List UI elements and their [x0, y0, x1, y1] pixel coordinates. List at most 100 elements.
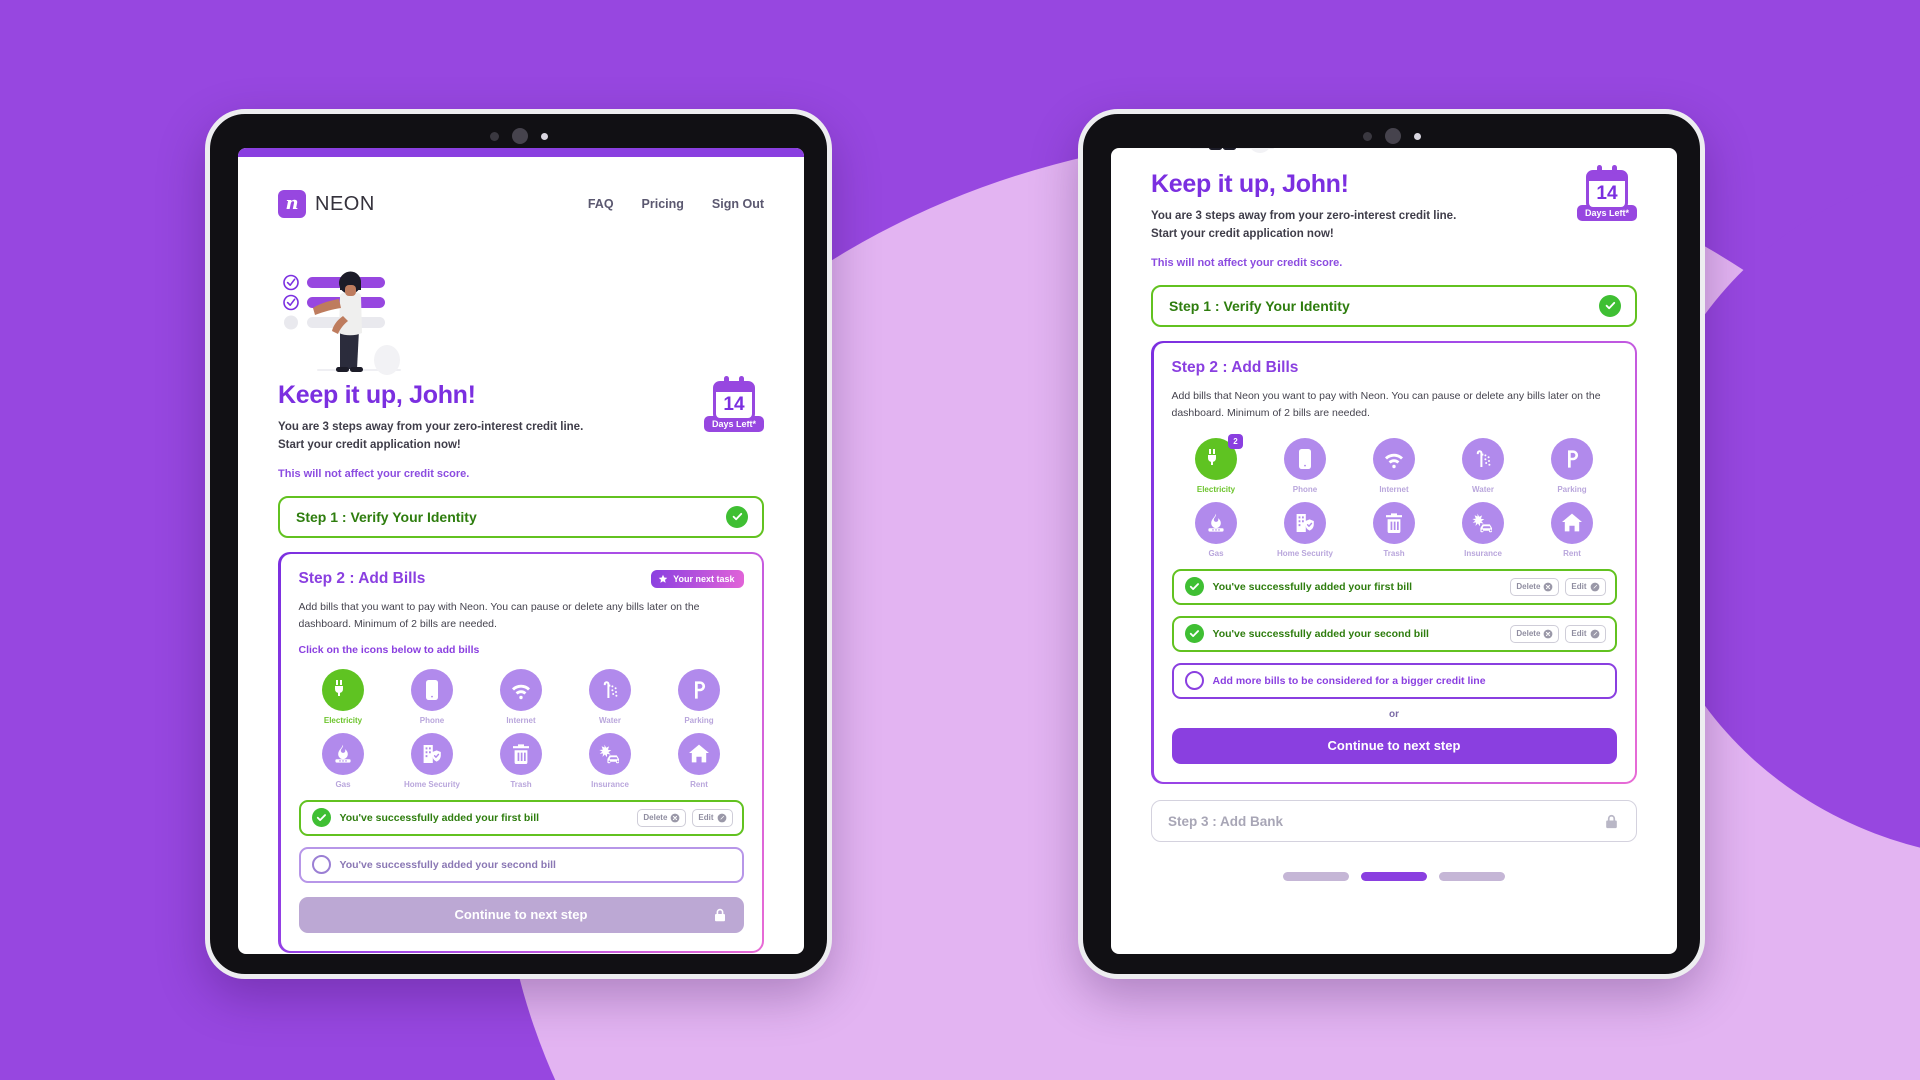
bill-option-phone[interactable]: Phone — [1261, 437, 1350, 494]
delete-label: Delete — [643, 813, 668, 823]
bill-option-internet[interactable]: Internet — [1350, 437, 1439, 494]
edit-bill-button[interactable]: Edit — [1565, 624, 1606, 643]
or-separator: or — [1389, 708, 1399, 720]
screen-right: Keep it up, John! You are 3 steps away f… — [1111, 148, 1677, 954]
edit-label: Edit — [698, 813, 714, 823]
credit-score-note: This will not affect your credit score. — [1151, 256, 1343, 269]
edit-bill-button[interactable]: Edit — [692, 808, 733, 827]
parking-icon — [678, 668, 720, 711]
bill-option-label: Electricity — [1196, 484, 1236, 494]
page-title: Keep it up, John! — [278, 381, 476, 409]
step-3-row[interactable]: Step 3 : Add Bank — [1151, 800, 1637, 843]
add-more-bills-row[interactable]: Add more bills to be considered for a bi… — [1171, 662, 1617, 699]
bill-option-electricity[interactable]: 2 Electricity — [1172, 433, 1261, 494]
pagination-dot[interactable] — [1439, 872, 1505, 882]
greeting-subtitle-line-1: You are 3 steps away from your zero-inte… — [278, 421, 584, 433]
delete-bill-button[interactable]: Delete — [1510, 624, 1560, 643]
hero-illustration-partial — [1156, 148, 1306, 156]
shower-icon — [1462, 437, 1504, 480]
sensor-dot-icon — [489, 131, 499, 141]
pagination-dot[interactable] — [1283, 872, 1349, 882]
bill-status-rows: You've successfully added your first bil… — [298, 799, 744, 883]
check-circle-icon — [311, 808, 331, 828]
bill-option-label: Trash — [510, 779, 532, 789]
days-left-number: 14 — [723, 394, 745, 415]
flame-icon — [1195, 501, 1237, 544]
delete-bill-button[interactable]: Delete — [637, 808, 687, 827]
tablet-camera-row-left — [489, 128, 548, 144]
credit-score-note: This will not affect your credit score. — [278, 467, 470, 480]
bill-option-internet[interactable]: Internet — [477, 668, 566, 725]
bill-option-label: Insurance — [1464, 548, 1502, 558]
step-1-label: Step 1 : Verify Your Identity — [1169, 297, 1350, 314]
bill-status-row[interactable]: You've successfully added your second bi… — [1171, 615, 1617, 652]
continue-button[interactable]: Continue to next step — [1171, 727, 1617, 764]
bill-icon-grid: 2 Electricity Phone Internet Water Parking Gas… — [1172, 433, 1617, 558]
bill-option-insurance[interactable]: Insurance — [566, 732, 655, 789]
car-crash-icon — [1462, 501, 1504, 544]
bill-option-label: Water — [599, 715, 621, 725]
main-nav: FAQ Pricing Sign Out — [588, 197, 764, 211]
nav-item-pricing[interactable]: Pricing — [642, 197, 684, 211]
bill-status-label: You've successfully added your first bil… — [339, 811, 540, 824]
greeting-block: Keep it up, John! You are 3 steps away f… — [1111, 165, 1677, 269]
screenshot-stage: n NEON FAQ Pricing Sign Out Keep it up, … — [0, 0, 1920, 1080]
bill-option-label: Insurance — [591, 779, 629, 789]
bill-option-label: Internet — [506, 715, 536, 725]
bill-option-phone[interactable]: Phone — [388, 668, 477, 725]
trash-icon — [1373, 501, 1415, 544]
nav-item-faq[interactable]: FAQ — [588, 197, 614, 211]
bill-option-label: Rent — [1563, 548, 1581, 558]
check-circle-icon — [726, 505, 748, 528]
bill-status-label: You've successfully added your second bi… — [1212, 627, 1429, 640]
bill-option-gas[interactable]: Gas — [1172, 501, 1261, 558]
row-actions: Delete Edit — [1510, 577, 1606, 596]
continue-button[interactable]: Continue to next step — [298, 896, 744, 933]
bill-option-home-security[interactable]: Home Security — [1261, 501, 1350, 558]
greeting-text: Keep it up, John! You are 3 steps away f… — [278, 381, 583, 480]
greeting-text: Keep it up, John! You are 3 steps away f… — [1151, 170, 1456, 269]
tablet-camera-row-right — [1362, 128, 1421, 144]
step-3-label: Step 3 : Add Bank — [1168, 813, 1284, 829]
delete-bill-button[interactable]: Delete — [1510, 577, 1560, 596]
row-actions: Delete Edit — [637, 808, 733, 827]
bill-status-row[interactable]: You've successfully added your first bil… — [1171, 568, 1617, 605]
bill-option-rent[interactable]: Rent — [1528, 501, 1617, 558]
bill-option-water[interactable]: Water — [566, 668, 655, 725]
bill-status-label: You've successfully added your second bi… — [339, 858, 556, 871]
nav-item-sign-out[interactable]: Sign Out — [712, 197, 764, 211]
step-1-label: Step 1 : Verify Your Identity — [296, 508, 477, 525]
camera-lens-icon — [511, 128, 528, 144]
bill-status-row[interactable]: You've successfully added your first bil… — [298, 799, 744, 836]
bill-option-home-security[interactable]: Home Security — [388, 732, 477, 789]
bill-status-rows: You've successfully added your first bil… — [1171, 568, 1617, 652]
brand-logo[interactable]: n NEON — [278, 190, 375, 218]
bill-option-parking[interactable]: Parking — [655, 668, 744, 725]
step-1-row[interactable]: Step 1 : Verify Your Identity — [1151, 284, 1637, 327]
bill-status-row[interactable]: You've successfully added your second bi… — [298, 846, 744, 883]
edit-bill-button[interactable]: Edit — [1565, 577, 1606, 596]
check-circle-icon — [1184, 624, 1204, 644]
bill-option-trash[interactable]: Trash — [1350, 501, 1439, 558]
edit-label: Edit — [1571, 629, 1587, 639]
step-1-row[interactable]: Step 1 : Verify Your Identity — [278, 495, 764, 538]
bill-option-insurance[interactable]: Insurance — [1439, 501, 1528, 558]
check-circle-icon — [1184, 577, 1204, 597]
bill-option-label: Home Security — [1276, 548, 1334, 558]
plug-icon: 2 — [1195, 433, 1243, 480]
continue-button-label: Continue to next step — [454, 907, 588, 923]
bill-option-parking[interactable]: Parking — [1528, 437, 1617, 494]
greeting-subtitle-line-1: You are 3 steps away from your zero-inte… — [1151, 210, 1457, 222]
bill-option-label: Parking — [1557, 484, 1587, 494]
greeting-subtitle-line-2: Start your credit application now! — [1151, 227, 1334, 240]
bill-option-gas[interactable]: Gas — [299, 732, 388, 789]
bill-option-water[interactable]: Water — [1439, 437, 1528, 494]
radio-empty-icon — [1184, 671, 1204, 691]
bill-option-rent[interactable]: Rent — [655, 732, 744, 789]
greeting-block: Keep it up, John! You are 3 steps away f… — [238, 376, 804, 480]
pagination-dot[interactable] — [1361, 872, 1427, 882]
bill-count-badge: 2 — [1228, 433, 1243, 449]
bill-option-electricity[interactable]: Electricity — [299, 668, 388, 725]
bill-option-trash[interactable]: Trash — [477, 732, 566, 789]
phone-icon — [1284, 437, 1326, 480]
